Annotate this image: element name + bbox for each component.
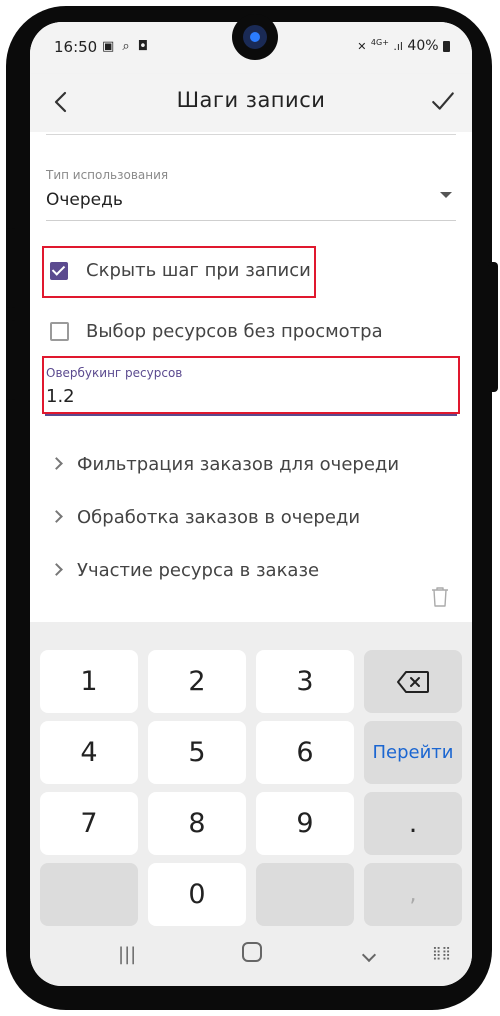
screen: 16:50 ▣︎ ⌕ ◘ ✕ 4G+ .ıl 40% Шаги записи Т… [30,22,472,986]
overbooking-label: Овербукинг ресурсов [46,366,183,380]
back-nav-icon[interactable] [361,944,377,965]
overbooking-input[interactable]: 1.2 [46,386,75,407]
key-6[interactable]: 6 [256,721,354,784]
front-camera [232,14,278,60]
battery-icon [443,40,450,52]
chevron-right-icon [50,510,63,523]
key-empty-right [256,863,354,926]
section-label: Обработка заказов в очереди [77,507,361,528]
hide-step-label: Скрыть шаг при записи [86,260,311,281]
resource-select-checkbox[interactable] [50,322,69,341]
usage-type-label: Тип использования [46,168,169,182]
key-0[interactable]: 0 [148,863,246,926]
resource-select-label: Выбор ресурсов без просмотра [86,321,383,342]
key-backspace[interactable] [364,650,462,713]
key-decimal[interactable]: . [364,792,462,855]
system-nav-bar: ||| ⣿⣿ [30,932,472,986]
overbooking-underline [45,414,457,416]
check-icon[interactable] [430,88,456,114]
key-3[interactable]: 3 [256,650,354,713]
recent-apps-icon[interactable]: ||| [118,944,136,965]
section-label: Участие ресурса в заказе [77,560,320,581]
section-process-orders[interactable]: Обработка заказов в очереди [50,507,361,528]
key-5[interactable]: 5 [148,721,246,784]
status-notification-icons: ▣︎ ⌕ ◘ [102,39,151,54]
chevron-right-icon [50,457,63,470]
app-bar: Шаги записи [30,74,472,132]
key-8[interactable]: 8 [148,792,246,855]
key-1[interactable]: 1 [40,650,138,713]
section-label: Фильтрация заказов для очереди [77,454,400,475]
key-7[interactable]: 7 [40,792,138,855]
network-label: 4G+ [370,38,389,47]
hide-step-checkbox[interactable] [50,262,68,280]
status-time: 16:50 [54,38,98,56]
usage-type-value: Очередь [46,190,123,210]
page-title: Шаги записи [176,88,326,112]
section-filter-orders[interactable]: Фильтрация заказов для очереди [50,454,400,475]
usage-type-underline [46,220,456,221]
status-right: ✕ 4G+ .ıl 40% [357,38,450,54]
volume-button [6,228,16,308]
wifi-icon: ✕ [357,40,367,53]
battery-text: 40% [407,38,439,54]
key-4[interactable]: 4 [40,721,138,784]
keyboard-hide-icon[interactable]: ⣿⣿ [432,946,451,961]
power-button [488,262,498,392]
numeric-keyboard: 1 2 3 4 5 6 Перейти 7 8 9 . 0 , ||| ⣿⣿ [30,622,472,986]
dropdown-arrow-icon[interactable] [440,192,452,198]
signal-icon: .ıl [393,40,403,53]
previous-field-underline [46,134,456,135]
backspace-icon [397,670,429,693]
trash-icon[interactable] [430,586,450,608]
home-icon[interactable] [242,942,262,967]
key-go[interactable]: Перейти [364,721,462,784]
key-empty-left [40,863,138,926]
key-9[interactable]: 9 [256,792,354,855]
chevron-right-icon [50,563,63,576]
key-2[interactable]: 2 [148,650,246,713]
highlight-box-overbooking [42,356,460,414]
volume-button-2 [6,320,16,400]
key-comma[interactable]: , [364,863,462,926]
form-content: Тип использования Очередь Скрыть шаг при… [30,132,472,622]
section-resource-participation[interactable]: Участие ресурса в заказе [50,560,320,581]
